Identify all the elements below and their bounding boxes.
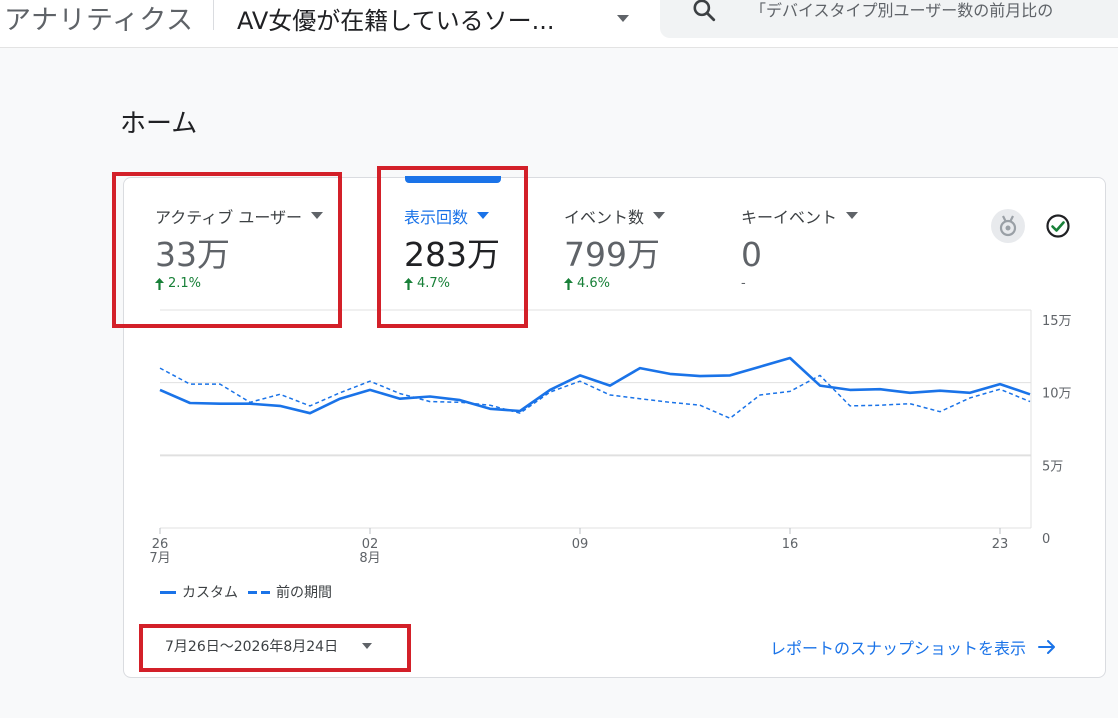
y-tick-label: 0	[1042, 532, 1050, 547]
annotation-box-views	[377, 166, 528, 328]
arrow-right-icon	[1038, 640, 1056, 654]
legend-label: 前の期間	[276, 585, 332, 601]
legend-solid-swatch	[160, 590, 176, 594]
y-tick-label: 10万	[1042, 387, 1072, 402]
x-tick-label: 02	[362, 537, 379, 552]
legend-label: カスタム	[182, 585, 238, 601]
legend-dashed-swatch	[248, 590, 270, 594]
legend-item-custom[interactable]: カスタム	[160, 582, 238, 602]
x-tick-month-label: 7月	[149, 551, 170, 566]
legend-item-previous[interactable]: 前の期間	[248, 582, 332, 602]
x-tick-label: 09	[572, 537, 589, 552]
x-tick-label: 23	[992, 537, 1009, 552]
y-tick-label: 15万	[1042, 314, 1072, 329]
chart-legend: カスタム 前の期間	[160, 582, 342, 602]
series-line-previous-period	[159, 367, 1031, 420]
y-tick-label: 5万	[1042, 459, 1063, 474]
snapshot-link-label: レポートのスナップショットを表示	[770, 639, 1027, 658]
x-tick-month-label: 8月	[359, 551, 380, 566]
annotation-box-active-users	[112, 172, 342, 328]
view-snapshot-link[interactable]: レポートのスナップショットを表示	[770, 635, 1056, 659]
annotation-box-date-range	[139, 624, 411, 672]
x-tick-label: 16	[782, 537, 799, 552]
line-chart: 15万 10万 5万 0 267月 028月 09 16 23	[149, 309, 1072, 566]
x-tick-label: 26	[152, 537, 169, 552]
